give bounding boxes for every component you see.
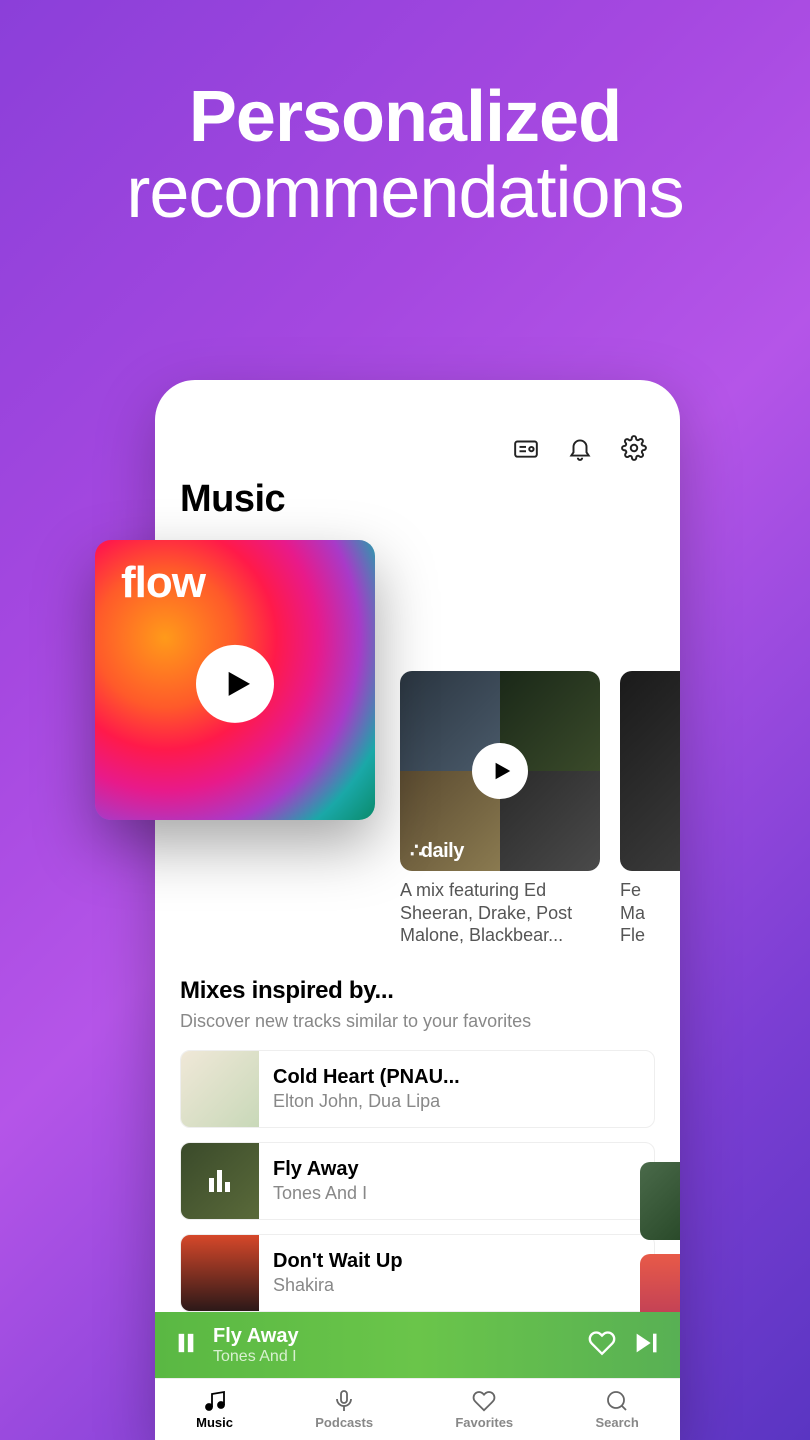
play-button[interactable] <box>472 743 528 799</box>
track-artist: Shakira <box>273 1275 403 1296</box>
gear-icon[interactable] <box>621 435 647 466</box>
daily-mix-desc: A mix featuring Ed Sheeran, Drake, Post … <box>400 879 600 947</box>
section-subtitle: Discover new tracks similar to your favo… <box>180 1011 655 1032</box>
tab-podcasts[interactable]: Podcasts <box>315 1389 373 1430</box>
next-mix-card[interactable]: Fe Ma Fle <box>620 671 680 947</box>
now-playing-info: Fly Away Tones And I <box>213 1325 572 1366</box>
flow-card[interactable]: flow <box>95 540 375 820</box>
daily-mix-art: ∴daily <box>400 671 600 871</box>
flow-label: flow <box>121 558 205 608</box>
next-mix-art <box>620 671 680 871</box>
tab-music[interactable]: Music <box>196 1389 233 1430</box>
now-playing-title: Fly Away <box>213 1325 572 1348</box>
tab-search[interactable]: Search <box>595 1389 638 1430</box>
track-artwork <box>181 1142 259 1220</box>
track-artwork <box>181 1234 259 1312</box>
track-title: Cold Heart (PNAU... <box>273 1066 460 1089</box>
equalizer-icon <box>209 1170 230 1192</box>
hero-title: Personalized recommendations <box>0 0 810 231</box>
bell-icon[interactable] <box>567 435 593 466</box>
page-title: Music <box>180 478 655 521</box>
phone-frame: Music your favorites and new discoveries… <box>155 380 680 1440</box>
side-artwork[interactable] <box>640 1162 680 1240</box>
hero-line2: recommendations <box>0 156 810 232</box>
daily-mix-card[interactable]: ∴daily A mix featuring Ed Sheeran, Drake… <box>400 671 600 947</box>
tab-label: Music <box>196 1415 233 1430</box>
section-title: Mixes inspired by... <box>180 977 655 1005</box>
daily-label: ∴daily <box>410 838 464 863</box>
track-artist: Elton John, Dua Lipa <box>273 1091 460 1112</box>
tab-label: Search <box>595 1415 638 1430</box>
tab-label: Podcasts <box>315 1415 373 1430</box>
radio-icon[interactable] <box>513 435 539 466</box>
track-artist: Tones And I <box>273 1183 367 1204</box>
tab-favorites[interactable]: Favorites <box>455 1389 513 1430</box>
heart-icon[interactable] <box>588 1329 616 1362</box>
track-row[interactable]: Cold Heart (PNAU... Elton John, Dua Lipa <box>180 1050 655 1128</box>
flow-play-button[interactable] <box>196 645 274 723</box>
track-list: Cold Heart (PNAU... Elton John, Dua Lipa… <box>180 1050 655 1312</box>
now-playing-bar[interactable]: Fly Away Tones And I <box>155 1312 680 1378</box>
now-playing-artist: Tones And I <box>213 1348 572 1366</box>
next-track-icon[interactable] <box>632 1329 660 1362</box>
tab-label: Favorites <box>455 1415 513 1430</box>
top-icons <box>180 435 655 466</box>
track-title: Don't Wait Up <box>273 1250 403 1273</box>
track-row[interactable]: Fly Away Tones And I <box>180 1142 655 1220</box>
track-title: Fly Away <box>273 1158 367 1181</box>
track-row[interactable]: Don't Wait Up Shakira <box>180 1234 655 1312</box>
track-artwork <box>181 1050 259 1128</box>
hero-line1: Personalized <box>0 80 810 156</box>
bottom-tabs: Music Podcasts Favorites Search <box>155 1378 680 1440</box>
next-mix-desc: Fe Ma Fle <box>620 879 680 947</box>
pause-icon[interactable] <box>175 1330 197 1361</box>
